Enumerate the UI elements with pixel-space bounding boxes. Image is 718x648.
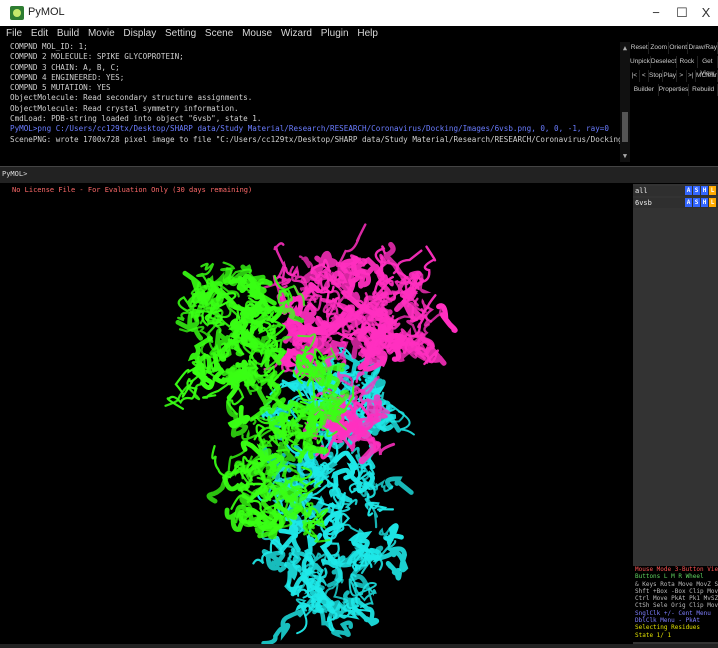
mouse-mode-line: Buttons L M R Wheel xyxy=(635,573,704,581)
prev-frame-button[interactable]: < xyxy=(640,70,649,82)
orient-button[interactable]: Orient xyxy=(669,42,689,54)
menu-build[interactable]: Build xyxy=(57,26,79,42)
licence-notice: No License File - For Evaluation Only (3… xyxy=(12,186,253,194)
object-a-button[interactable]: A xyxy=(685,198,692,207)
object-row-all[interactable]: all A S H L xyxy=(633,186,718,196)
builder-button[interactable]: Builder xyxy=(630,84,659,96)
console-line: COMPND MOL_ID: 1; xyxy=(10,42,88,51)
pymol-logo-icon xyxy=(10,6,24,20)
console-output: COMPND MOL_ID: 1; COMPND 2 MOLECULE: SPI… xyxy=(0,42,620,162)
molecule-viewer[interactable]: No License File - For Evaluation Only (3… xyxy=(10,184,632,644)
console-line: COMPND 3 CHAIN: A, B, C; xyxy=(10,62,120,72)
minimize-button[interactable]: − xyxy=(646,4,666,22)
object-buttons: ASHL xyxy=(685,186,716,195)
mouse-mode-line: SnglClk +/- Cent Menu xyxy=(635,609,711,617)
deselect-button[interactable]: Deselect xyxy=(651,56,678,68)
mouse-mode-line: CtSh Sele Orig Clip MovZ xyxy=(635,602,718,610)
mouse-mode-line: & Keys Rota Move MovZ Slab xyxy=(635,580,718,588)
console-line: COMPND 4 ENGINEERED: YES; xyxy=(10,72,125,82)
mouse-mode-line: Shft +Box -Box Clip MovS xyxy=(635,587,718,595)
draw-ray-button[interactable]: Draw/Ray xyxy=(688,42,718,54)
mclear-button[interactable]: MClear xyxy=(696,70,718,82)
close-button[interactable]: X xyxy=(696,4,716,22)
menu-plugin[interactable]: Plugin xyxy=(321,26,349,42)
menu-file[interactable]: File xyxy=(6,26,22,42)
ribbon-segment xyxy=(403,271,432,304)
maximize-button[interactable]: ☐ xyxy=(672,4,692,22)
menu-bar: File Edit Build Movie Display Setting Sc… xyxy=(0,26,718,42)
first-frame-button[interactable]: |< xyxy=(630,70,640,82)
mouse-mode-panel: Mouse Mode 3-Button Viewing Buttons L M … xyxy=(633,566,718,642)
control-row: Builder Properties Rebuild xyxy=(630,84,718,96)
ribbon-segment xyxy=(191,290,209,306)
console-line: ObjectMolecule: Read secondary structure… xyxy=(10,93,253,103)
ribbon-segment xyxy=(385,560,403,581)
object-name: 6vsb xyxy=(635,199,652,207)
console-line: ScenePNG: wrote 1700x728 pixel image to … xyxy=(10,134,620,144)
object-s-button[interactable]: S xyxy=(693,198,700,207)
scroll-thumb[interactable] xyxy=(622,112,628,142)
ribbon-segment xyxy=(375,269,393,301)
movie-controls: |< < Stop Play > >| MClear xyxy=(630,70,718,82)
control-panel: Reset Zoom Orient Draw/Ray Unpick Desele… xyxy=(630,42,718,162)
menu-setting[interactable]: Setting xyxy=(165,26,196,42)
scroll-up-icon[interactable]: ▲ xyxy=(621,44,629,52)
command-input[interactable]: PyMOL> xyxy=(0,166,718,183)
protein-structure-render xyxy=(164,223,458,644)
console-line: COMPND 5 MUTATION: YES xyxy=(10,83,111,93)
mouse-mode-line: Mouse Mode 3-Button Viewing xyxy=(635,566,718,573)
console-line: PyMOL>png C:/Users/cc129tx/Desktop/SHARP… xyxy=(10,124,609,134)
last-frame-button[interactable]: >| xyxy=(687,70,697,82)
zoom-button[interactable]: Zoom xyxy=(649,42,669,54)
menu-help[interactable]: Help xyxy=(357,26,378,42)
menu-scene[interactable]: Scene xyxy=(205,26,233,42)
window-title: PyMOL xyxy=(28,6,65,18)
play-button[interactable]: Play xyxy=(663,70,678,82)
properties-button[interactable]: Properties xyxy=(659,84,690,96)
ribbon-segment xyxy=(298,255,314,272)
menu-display[interactable]: Display xyxy=(123,26,156,42)
ribbon-segment xyxy=(261,602,307,644)
control-row: Unpick Deselect Rock Get View xyxy=(630,56,718,77)
ribbon-segment xyxy=(385,476,414,495)
object-h-button[interactable]: H xyxy=(701,186,708,195)
console-scrollbar[interactable]: ▲ ▼ xyxy=(620,42,630,162)
mouse-mode-line: DblClk Menu - PkAt xyxy=(635,617,701,625)
ribbon-segment xyxy=(384,523,404,549)
scroll-down-icon[interactable]: ▼ xyxy=(621,152,629,160)
object-row-6vsb[interactable]: 6vsb A S H L xyxy=(633,198,718,208)
object-name: all xyxy=(635,187,648,195)
unpick-button[interactable]: Unpick xyxy=(630,56,651,68)
rock-button[interactable]: Rock xyxy=(677,56,698,68)
state-indicator: State 1/ 1 xyxy=(635,631,672,639)
object-a-button[interactable]: A xyxy=(685,186,692,195)
object-l-button[interactable]: L xyxy=(709,198,716,207)
rebuild-button[interactable]: Rebuild xyxy=(689,84,718,96)
menu-mouse[interactable]: Mouse xyxy=(242,26,272,42)
get-view-button[interactable]: Get View xyxy=(698,56,718,77)
menu-movie[interactable]: Movie xyxy=(88,26,115,42)
object-s-button[interactable]: S xyxy=(693,186,700,195)
console-line: CmdLoad: PDB-string loaded into object "… xyxy=(10,114,262,124)
next-frame-button[interactable]: > xyxy=(677,70,687,82)
object-buttons: ASHL xyxy=(685,198,716,207)
console-line: ObjectMolecule: Read crystal symmetry in… xyxy=(10,103,239,113)
reset-button[interactable]: Reset xyxy=(630,42,650,54)
selecting-mode[interactable]: Selecting Residues xyxy=(633,624,718,631)
command-prompt: PyMOL> xyxy=(2,170,28,178)
console-line: COMPND 2 MOLECULE: SPIKE GLYCOPROTEIN; xyxy=(10,52,184,62)
mouse-mode-line: Ctrl Move PkAt Pk1 MvSZ xyxy=(635,595,718,603)
title-bar: PyMOL − ☐ X xyxy=(0,0,718,26)
control-row: Reset Zoom Orient Draw/Ray xyxy=(630,42,718,54)
stop-button[interactable]: Stop xyxy=(649,70,664,82)
ribbon-segment xyxy=(350,596,380,627)
menu-edit[interactable]: Edit xyxy=(31,26,48,42)
bottom-bar xyxy=(0,644,718,648)
object-l-button[interactable]: L xyxy=(709,186,716,195)
menu-wizard[interactable]: Wizard xyxy=(281,26,312,42)
object-h-button[interactable]: H xyxy=(701,198,708,207)
